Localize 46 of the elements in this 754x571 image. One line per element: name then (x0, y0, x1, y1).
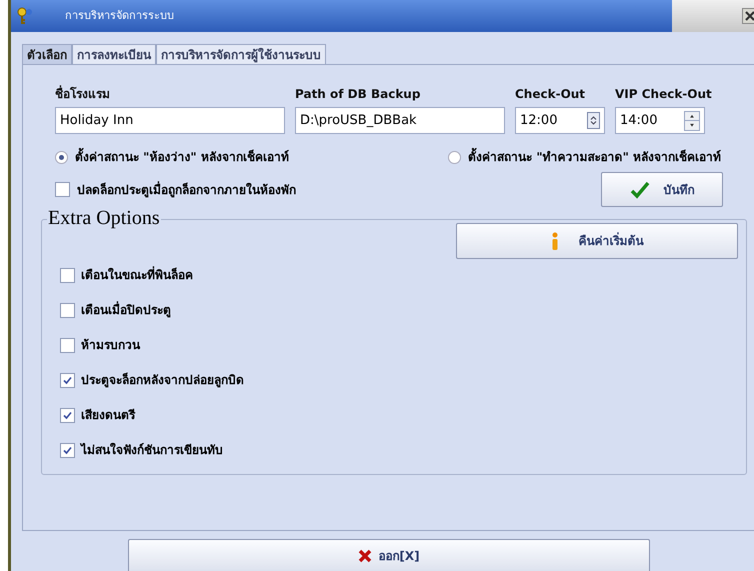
close-button[interactable] (742, 8, 754, 24)
exit-button[interactable]: ออก[X] (128, 539, 650, 571)
checkbox[interactable] (60, 268, 75, 282)
checkbox-label: ปลดล็อกประตูเมื่อถูกล็อกจากภายในห้องพัก (77, 180, 296, 198)
window-title: การบริหารจัดการระบบ (65, 8, 174, 24)
checkbox-label: เตือนเมื่อปิดประตู (81, 301, 171, 319)
checkbox-label: เสียงดนตรี (81, 407, 135, 424)
field-label: Check-Out (515, 86, 586, 103)
input-field[interactable]: 12:00 (515, 107, 605, 134)
spinner-buttons[interactable] (684, 110, 700, 130)
tab[interactable]: ตัวเลือก (22, 44, 72, 64)
up-down-arrows-icon (590, 116, 597, 125)
checkbox[interactable] (60, 338, 75, 352)
field-label: Path of DB Backup (295, 86, 422, 103)
checkmark-icon (630, 180, 650, 198)
tick-icon (62, 374, 73, 386)
radio-button[interactable] (448, 150, 462, 164)
checkbox[interactable] (60, 302, 75, 318)
input-field[interactable]: Holiday Inn (55, 107, 285, 134)
checkbox[interactable] (60, 408, 75, 422)
tab[interactable]: การบริหารจัดการผู้ใช้งานระบบ (156, 44, 326, 64)
key-icon (15, 6, 35, 26)
radio-button[interactable] (55, 150, 68, 164)
radio-label: ตั้งค่าสถานะ "ห้องว่าง" หลังจากเช็คเอาท์ (75, 148, 289, 166)
checkbox[interactable] (55, 182, 70, 197)
checkbox[interactable] (60, 442, 75, 458)
checkbox-label: เตือนในขณะที่พินล็อค (81, 266, 193, 284)
checkbox-label: ไม่สนใจฟังก์ชันการเขียนทับ (81, 442, 223, 459)
save-button[interactable]: บันทึก (601, 172, 723, 207)
reset-button[interactable]: คืนค่าเริ่มต้น (456, 223, 738, 259)
input-field[interactable]: 14:00 (615, 107, 705, 134)
down-arrow-icon (685, 120, 699, 130)
dropdown-button[interactable] (587, 112, 600, 129)
field-label: VIP Check-Out (615, 86, 712, 103)
checkbox-label: ประตูจะล็อกหลังจากปล่อยลูกบิด (81, 372, 244, 389)
field-label: ชื่อโรงแรม (55, 85, 111, 103)
radio-label: ตั้งค่าสถานะ "ทำความสะอาด" หลังจากเช็คเอาท์ (468, 148, 721, 166)
tick-icon (62, 410, 73, 420)
input-field[interactable]: D:\proUSB_DBBak (295, 107, 505, 134)
checkbox-label: ห้ามรบกวน (81, 337, 140, 354)
close-icon (745, 11, 754, 21)
info-icon (550, 232, 558, 250)
cross-icon (358, 548, 372, 562)
tick-icon (62, 444, 73, 456)
tab[interactable]: การลงทะเบียน (72, 44, 156, 64)
checkbox[interactable] (60, 372, 75, 388)
